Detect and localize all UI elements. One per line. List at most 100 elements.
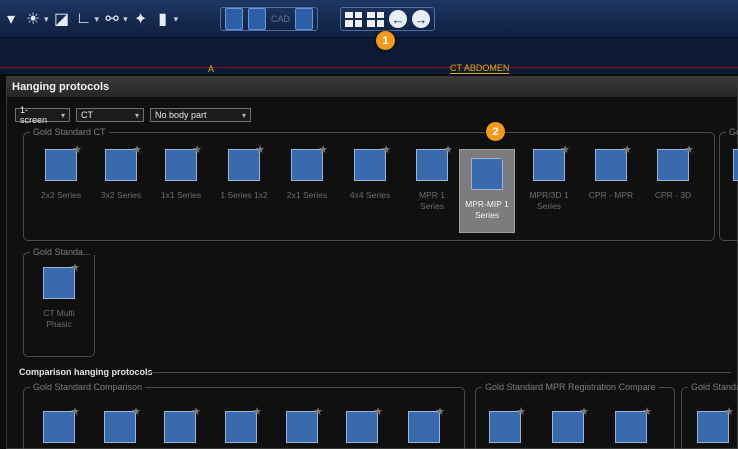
favorite-star-icon[interactable]: ★: [381, 145, 391, 156]
screen-select-value: 1-screen: [20, 105, 48, 125]
grid-4x4-icon: ★: [354, 145, 391, 181]
anatomy-icon[interactable]: ✦: [132, 8, 150, 30]
favorite-star-icon[interactable]: ★: [191, 407, 201, 418]
viewport-border: [0, 67, 738, 68]
comparison-heading: Comparison hanging protocols: [19, 367, 153, 377]
image-viewport[interactable]: A CT ABDOMEN: [0, 38, 738, 74]
favorite-star-icon[interactable]: ★: [373, 407, 383, 418]
chevron-down-icon[interactable]: ▾: [174, 14, 179, 25]
protocol-label: 2x2 Series: [40, 190, 82, 200]
comparison-protocol-icon[interactable]: ★: [43, 407, 80, 443]
protocol-label: 2x1 Series: [286, 190, 328, 200]
favorite-star-icon[interactable]: ★: [516, 407, 526, 418]
favorite-star-icon[interactable]: ★: [498, 154, 508, 165]
body-part-select-value: No body part: [155, 110, 207, 120]
arrow-left-icon[interactable]: ←: [389, 10, 407, 28]
chevron-down-icon[interactable]: ▾: [123, 14, 128, 25]
favorite-star-icon[interactable]: ★: [132, 145, 142, 156]
tool-group-mid: CAD: [220, 6, 319, 32]
grid-2x1-icon: ★: [291, 145, 328, 181]
comparison-protocol-icon[interactable]: ★: [697, 407, 734, 443]
favorite-star-icon[interactable]: ★: [70, 263, 80, 274]
favorite-star-icon[interactable]: ★: [642, 407, 652, 418]
dialog-title: Hanging protocols: [7, 77, 737, 97]
mpr-mip-layout-icon: ★: [471, 154, 508, 190]
cpr-3d-layout-icon: ★: [657, 145, 694, 181]
body-part-select[interactable]: No body part ▾: [150, 108, 251, 122]
modality-select-value: CT: [81, 110, 93, 120]
favorite-star-icon[interactable]: ★: [313, 407, 323, 418]
comparison-protocol-icon[interactable]: ★: [552, 407, 589, 443]
protocol-label: CPR - 3D: [654, 190, 692, 200]
brightness-icon[interactable]: ☀: [24, 8, 42, 30]
favorite-star-icon[interactable]: ★: [579, 407, 589, 418]
protocol-item[interactable]: ★ MPR/3D 1 Series: [521, 141, 577, 225]
favorite-star-icon[interactable]: ★: [560, 145, 570, 156]
cpr-mpr-layout-icon: ★: [595, 145, 632, 181]
series-toggle-icon[interactable]: [295, 8, 314, 30]
callout-badge-1: 1: [376, 31, 395, 50]
group-legend: Gold Standard CT: [33, 127, 106, 137]
comparison-protocol-icon[interactable]: ★: [346, 407, 383, 443]
zoom-box-icon[interactable]: ◪: [53, 8, 71, 30]
protocol-item[interactable]: ★ 1x1 Series: [153, 141, 209, 225]
cad-button[interactable]: CAD: [271, 14, 290, 24]
favorite-star-icon[interactable]: ★: [684, 145, 694, 156]
chevron-down-icon[interactable]: ▾: [44, 14, 49, 25]
protocol-item[interactable]: ★ 4x4 Series: [342, 141, 398, 225]
favorite-star-icon[interactable]: ★: [724, 407, 734, 418]
link-icon[interactable]: ⚯: [103, 8, 121, 30]
modality-select[interactable]: CT ▾: [76, 108, 144, 122]
protocol-item-partial[interactable]: Re: [721, 141, 738, 225]
protocol-item[interactable]: ★ MPR-MIP 1 Series: [459, 149, 515, 233]
layout-column-icon[interactable]: ▮: [154, 8, 172, 30]
series-label: CT ABDOMEN: [450, 63, 510, 74]
favorite-star-icon[interactable]: ★: [622, 145, 632, 156]
pan-tool-icon[interactable]: [248, 8, 266, 30]
orientation-label: A: [208, 64, 215, 74]
protocol-item[interactable]: ★ 2x2 Series: [33, 141, 89, 225]
protocol-item[interactable]: ★ CPR - 3D: [645, 141, 701, 225]
favorite-star-icon[interactable]: ★: [131, 407, 141, 418]
comparison-protocol-icon[interactable]: ★: [164, 407, 201, 443]
group-legend: Gold Standard Comparison: [33, 382, 143, 392]
protocol-label: MPR-MIP 1 Series: [465, 199, 509, 220]
comparison-protocol-icon[interactable]: ★: [408, 407, 445, 443]
protocol-item-ct-multi-phasic[interactable]: ★ CT Multi Phasic: [31, 259, 87, 343]
window-level-icon[interactable]: ▾: [2, 8, 20, 30]
favorite-star-icon[interactable]: ★: [318, 145, 328, 156]
chevron-down-icon[interactable]: ▾: [95, 14, 100, 25]
protocol-label: CPR - MPR: [588, 190, 634, 200]
protocol-label: Re: [721, 190, 738, 201]
protocol-item[interactable]: ★ MPR 1 Series: [404, 141, 460, 225]
favorite-star-icon[interactable]: ★: [252, 407, 262, 418]
angle-measure-icon[interactable]: ∟: [75, 8, 93, 30]
favorite-star-icon[interactable]: ★: [255, 145, 265, 156]
layout-grid-icon[interactable]: [345, 11, 362, 27]
comparison-protocol-icon[interactable]: ★: [615, 407, 652, 443]
protocol-item[interactable]: ★ 2x1 Series: [279, 141, 335, 225]
comparison-protocol-icon[interactable]: ★: [225, 407, 262, 443]
protocol-item[interactable]: ★ 1 Series 1x2: [216, 141, 272, 225]
group-legend: Gold Standard MPR Registration Compare: [485, 382, 656, 392]
comparison-protocol-icon[interactable]: ★: [286, 407, 323, 443]
protocol-item[interactable]: ★ 3x2 Series: [93, 141, 149, 225]
favorite-star-icon[interactable]: ★: [192, 145, 202, 156]
protocol-label: 3x2 Series: [100, 190, 142, 200]
comparison-protocol-icon[interactable]: ★: [104, 407, 141, 443]
favorite-star-icon[interactable]: ★: [435, 407, 445, 418]
protocol-item[interactable]: ★ CPR - MPR: [583, 141, 639, 225]
favorite-star-icon[interactable]: ★: [443, 145, 453, 156]
screen-select[interactable]: 1-screen ▾: [15, 105, 70, 125]
comparison-protocol-icon[interactable]: ★: [489, 407, 526, 443]
hanging-protocol-icon[interactable]: [367, 11, 384, 27]
chevron-down-icon: ▾: [241, 110, 246, 120]
arrow-right-icon[interactable]: →: [412, 10, 430, 28]
protocol-label: 1x1 Series: [160, 190, 202, 200]
hand-tool-icon[interactable]: [225, 8, 243, 30]
mpr-3d-layout-icon: ★: [533, 145, 570, 181]
tool-group-right: ← →: [340, 6, 435, 32]
favorite-star-icon[interactable]: ★: [70, 407, 80, 418]
favorite-star-icon[interactable]: ★: [72, 145, 82, 156]
app-window: ▾ ☀ ▾ ◪ ∟ ▾ ⚯ ▾ ✦ ▮ ▾ CAD ← → 1 A CT ABD…: [0, 0, 738, 449]
